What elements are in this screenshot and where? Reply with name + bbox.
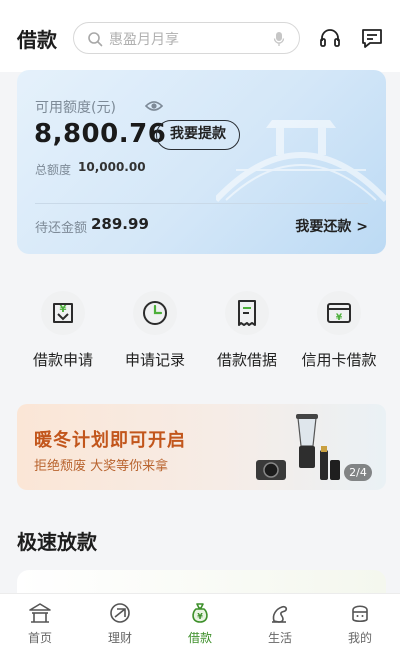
search-icon bbox=[88, 32, 103, 47]
section-title: 极速放款 bbox=[17, 530, 97, 554]
page-title: 借款 bbox=[17, 28, 57, 52]
money-bag-icon: ¥ bbox=[192, 603, 208, 623]
quick-action-receipt[interactable]: 借款借据 bbox=[197, 290, 297, 380]
search-placeholder: 惠盈月月享 bbox=[109, 32, 179, 48]
profile-icon bbox=[352, 605, 368, 623]
tab-profile[interactable]: 我的 bbox=[320, 594, 400, 654]
credit-card-icon: ¥ bbox=[317, 291, 361, 335]
svg-text:¥: ¥ bbox=[336, 313, 343, 323]
microphone-icon[interactable] bbox=[273, 31, 285, 47]
banner-subtitle: 拒绝颓废 大奖等你来拿 bbox=[34, 459, 169, 474]
tab-label: 理财 bbox=[107, 631, 132, 645]
total-quota-value: 10,000.00 bbox=[78, 160, 146, 174]
available-quota-label: 可用额度(元) bbox=[35, 100, 116, 116]
svg-text:¥: ¥ bbox=[60, 304, 67, 315]
quick-action-label: 申请记录 bbox=[124, 351, 185, 369]
finance-icon bbox=[110, 603, 130, 623]
tab-loan[interactable]: ¥ 借款 bbox=[160, 594, 240, 654]
clock-icon bbox=[133, 291, 177, 335]
svg-text:¥: ¥ bbox=[197, 612, 203, 621]
quick-action-loan-apply[interactable]: ¥ 借款申请 bbox=[13, 290, 113, 380]
prize-products-illustration bbox=[256, 414, 340, 480]
tab-label: 首页 bbox=[27, 631, 52, 645]
quick-action-label: 借款申请 bbox=[32, 351, 93, 369]
quick-action-label: 信用卡借款 bbox=[301, 351, 377, 369]
amount-due-value: 289.99 bbox=[91, 215, 149, 233]
withdraw-button[interactable]: 我要提款 bbox=[156, 120, 240, 150]
tab-label: 借款 bbox=[187, 631, 212, 645]
header: 借款 惠盈月月享 bbox=[0, 0, 400, 72]
quick-action-credit-card-loan[interactable]: ¥ 信用卡借款 bbox=[289, 290, 389, 380]
amount-due-label: 待还金额 bbox=[35, 221, 88, 236]
tab-label: 生活 bbox=[267, 631, 292, 645]
tab-home[interactable]: 首页 bbox=[0, 594, 80, 654]
repay-link[interactable]: 我要还款 > bbox=[295, 216, 368, 236]
bottom-tab-bar: 首页 理财 ¥ 借款 生活 我的 bbox=[0, 593, 400, 666]
message-icon[interactable] bbox=[360, 26, 384, 50]
bridge-illustration bbox=[216, 120, 386, 203]
quick-action-label: 借款借据 bbox=[216, 351, 277, 369]
home-pavilion-icon bbox=[29, 603, 51, 623]
receipt-icon bbox=[225, 291, 269, 335]
available-quota-amount: 8,800.76 bbox=[34, 119, 167, 149]
promo-banner[interactable]: 暖冬计划即可开启 拒绝颓废 大奖等你来拿 2/4 bbox=[17, 404, 386, 490]
tab-life[interactable]: 生活 bbox=[240, 594, 320, 654]
tab-finance[interactable]: 理财 bbox=[80, 594, 160, 654]
banner-pager: 2/4 bbox=[344, 464, 372, 481]
card-divider bbox=[35, 203, 368, 204]
eye-icon[interactable] bbox=[145, 99, 163, 113]
search-input[interactable]: 惠盈月月享 bbox=[73, 22, 300, 54]
quick-action-records[interactable]: 申请记录 bbox=[105, 290, 205, 380]
banner-title: 暖冬计划即可开启 bbox=[34, 430, 186, 451]
credit-quota-card: 可用额度(元) 8,800.76 我要提款 总额度 10,000.00 待还金额… bbox=[17, 70, 386, 254]
total-quota-label: 总额度 bbox=[35, 163, 72, 177]
life-icon bbox=[272, 605, 288, 623]
headset-icon[interactable] bbox=[318, 26, 342, 50]
loan-apply-icon: ¥ bbox=[41, 291, 85, 335]
tab-label: 我的 bbox=[347, 631, 372, 645]
